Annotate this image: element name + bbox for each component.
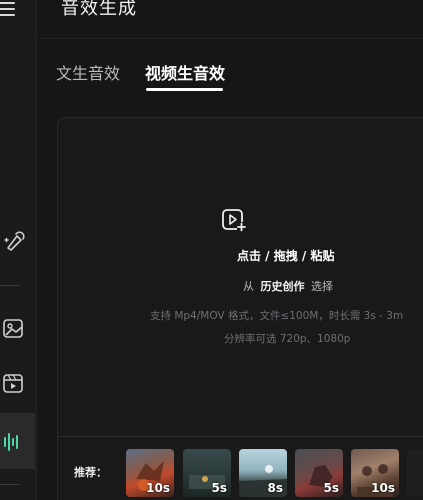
recommend-thumbnail[interactable]: 10s: [126, 449, 174, 497]
video-icon[interactable]: [0, 369, 26, 399]
header-divider: [36, 38, 423, 39]
video-upload-icon[interactable]: [221, 208, 247, 236]
app-window: 音效生成 文生音效 视频生音效 点击 / 拖拽 / 粘贴 从 历史创作 选择 支…: [0, 0, 423, 500]
history-suffix: 选择: [311, 280, 333, 293]
thumbnail-duration: 5s: [211, 481, 228, 495]
page-title: 音效生成: [61, 0, 137, 19]
magic-brush-icon[interactable]: [0, 226, 26, 256]
thumbnail-duration: 10s: [146, 481, 170, 495]
thumbnail-duration: 8s: [267, 481, 284, 495]
history-select-line: 从 历史创作 选择: [243, 278, 333, 294]
recommend-divider: [58, 436, 423, 437]
left-tool-rail: [0, 0, 37, 500]
audio-wave-icon[interactable]: [0, 413, 35, 469]
recommend-thumbnail[interactable]: 10s: [351, 449, 399, 497]
format-spec-text: 支持 Mp4/MOV 格式，文件≤100M，时长需 3s - 3m: [150, 310, 404, 322]
recommend-label: 推荐：: [74, 466, 107, 479]
thumbnail-duration: 10s: [371, 481, 395, 495]
image-icon[interactable]: [0, 314, 26, 344]
thumbnail-duration: 5s: [323, 481, 340, 495]
history-prefix: 从: [243, 280, 254, 293]
active-tab-indicator: [146, 88, 223, 91]
tab-text-to-sfx[interactable]: 文生音效: [56, 60, 120, 84]
recommend-thumbnail[interactable]: 5s: [295, 449, 343, 497]
rail-divider: [0, 285, 20, 286]
upload-instruction: 点击 / 拖拽 / 粘贴: [237, 249, 335, 263]
rail-divider: [0, 484, 20, 485]
recommend-thumbnail[interactable]: 8s: [239, 449, 287, 497]
resolution-text: 分辨率可选 720p、1080p: [224, 333, 351, 345]
history-link[interactable]: 历史创作: [261, 280, 305, 293]
recommend-thumbnail[interactable]: [407, 449, 423, 497]
tab-video-to-sfx[interactable]: 视频生音效: [145, 60, 225, 84]
recommend-thumbnail[interactable]: 5s: [183, 449, 231, 497]
hamburger-menu-icon[interactable]: [0, 0, 19, 18]
